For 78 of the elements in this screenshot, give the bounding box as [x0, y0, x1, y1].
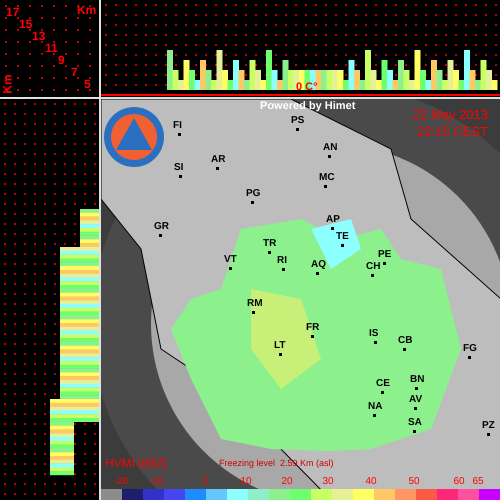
- city-label: BN: [410, 375, 424, 385]
- city-marker: [383, 262, 386, 265]
- time-text: 22:15 CEST: [417, 125, 488, 138]
- city-label: LT: [274, 341, 286, 351]
- legend-tick: -20: [114, 477, 128, 487]
- legend-tick: 30: [322, 477, 334, 487]
- height-label: 17: [6, 6, 20, 18]
- city-label: RM: [247, 299, 263, 309]
- legend-tick: 0: [202, 477, 208, 487]
- city-label: GR: [154, 222, 169, 232]
- height-label: 9: [58, 54, 65, 66]
- city-label: FR: [306, 323, 320, 333]
- city-label: SA: [408, 418, 422, 428]
- city-label: AR: [211, 155, 226, 165]
- city-label: MC: [319, 173, 335, 183]
- city-marker: [468, 356, 471, 359]
- city-label: FI: [173, 121, 182, 131]
- city-label: NA: [368, 402, 382, 412]
- city-marker: [373, 414, 376, 417]
- date-text: 22 May 2013: [412, 108, 488, 121]
- city-label: FG: [463, 344, 477, 354]
- city-marker: [415, 387, 418, 390]
- height-label: 5: [84, 78, 91, 90]
- legend-tick: 65: [472, 477, 484, 487]
- height-label: 15: [19, 18, 32, 30]
- city-label: AV: [409, 395, 422, 405]
- legend-tick: 20: [281, 477, 293, 487]
- city-label: TE: [336, 232, 349, 242]
- unit-label: Km: [77, 4, 96, 16]
- city-marker: [178, 133, 181, 136]
- city-marker: [268, 251, 271, 254]
- legend-tick: 50: [408, 477, 420, 487]
- city-marker: [413, 430, 416, 433]
- city-label: CE: [376, 379, 390, 389]
- city-label: VT: [224, 255, 237, 265]
- city-marker: [316, 272, 319, 275]
- city-marker: [159, 234, 162, 237]
- legend-tick: -10: [148, 477, 164, 487]
- credit-text: Powered by Himet: [260, 101, 356, 112]
- city-label: PS: [291, 116, 304, 126]
- city-marker: [252, 311, 255, 314]
- city-label: CB: [398, 336, 412, 346]
- height-label: 7: [71, 66, 78, 78]
- city-marker: [487, 433, 490, 436]
- city-label: AP: [326, 215, 340, 225]
- city-marker: [331, 227, 334, 230]
- city-marker: [341, 244, 344, 247]
- city-label: TR: [263, 239, 276, 249]
- city-marker: [374, 341, 377, 344]
- city-marker: [324, 185, 327, 188]
- product-label: HVMI [dBZ]: [105, 457, 168, 469]
- legend-tick: 60: [453, 477, 465, 487]
- city-label: SI: [174, 163, 184, 173]
- city-label: PE: [378, 250, 392, 260]
- city-label: AQ: [311, 260, 326, 270]
- city-marker: [216, 167, 219, 170]
- city-marker: [371, 274, 374, 277]
- city-marker: [414, 407, 417, 410]
- city-label: IS: [369, 329, 378, 339]
- city-label: PG: [246, 189, 260, 199]
- city-marker: [296, 128, 299, 131]
- city-label: CH: [366, 262, 380, 272]
- city-marker: [229, 267, 232, 270]
- city-marker: [251, 201, 254, 204]
- logo-icon: [103, 106, 165, 168]
- city-marker: [311, 335, 314, 338]
- city-marker: [279, 353, 282, 356]
- city-marker: [179, 175, 182, 178]
- city-marker: [328, 155, 331, 158]
- city-label: AN: [323, 143, 338, 153]
- city-marker: [381, 391, 384, 394]
- legend-tick: 40: [365, 477, 377, 487]
- city-label: PZ: [482, 421, 495, 431]
- city-marker: [403, 348, 406, 351]
- height-label: 11: [45, 42, 58, 54]
- city-marker: [282, 268, 285, 271]
- city-label: RI: [277, 256, 287, 266]
- height-label: 13: [32, 30, 46, 42]
